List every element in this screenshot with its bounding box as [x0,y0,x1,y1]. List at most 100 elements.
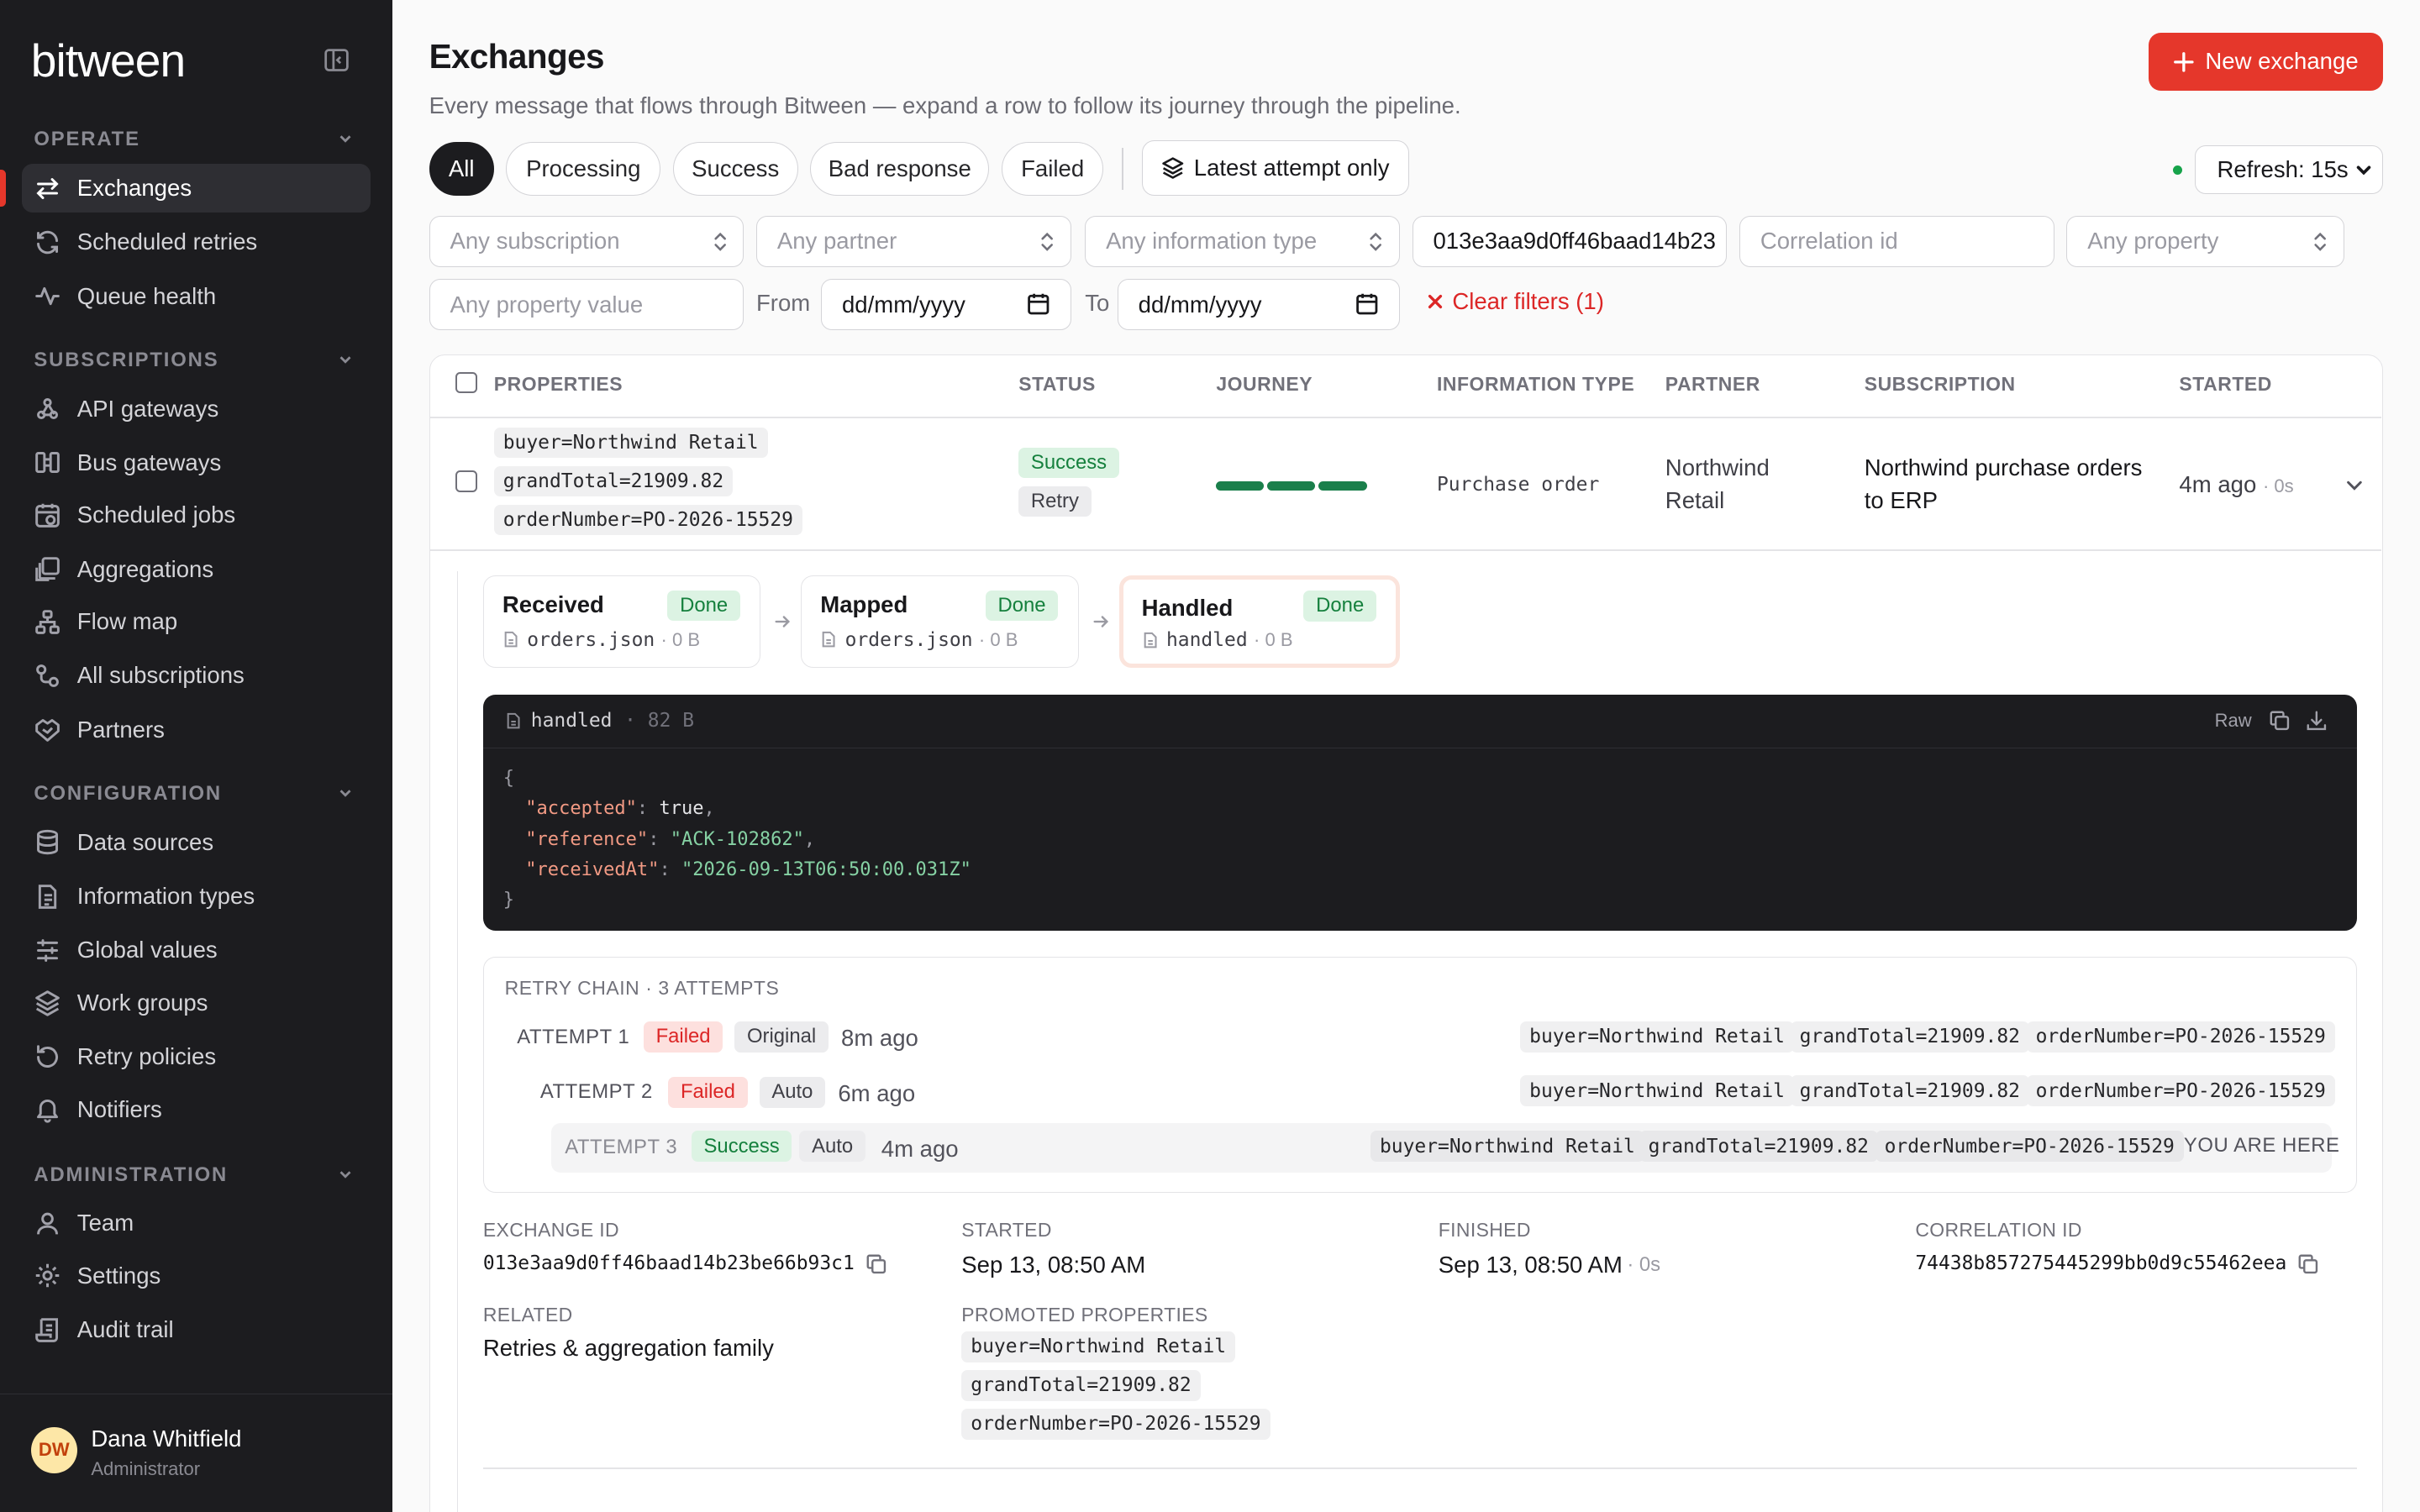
section-operate[interactable]: OPERATE [34,128,351,151]
sidebar-item-flow-map[interactable]: Flow map [22,597,371,647]
column-header-partner[interactable]: PARTNER [1665,373,1760,396]
sidebar-item-label: Global values [76,937,218,963]
latest-attempt-label: Latest attempt only [1193,155,1390,181]
chevron-down-icon [336,350,355,369]
sidebar-item-settings[interactable]: Settings [22,1252,371,1301]
copy-icon[interactable] [865,1253,887,1275]
attempt-label[interactable]: ATTEMPT 3 [565,1136,677,1159]
stage-name: Handled [1141,595,1234,622]
partner-select[interactable]: Any partner [755,216,1071,267]
copy-icon[interactable] [2297,1253,2319,1275]
property-tag: grandTotal=21909.82 [1639,1131,1878,1163]
filter-chip-processing[interactable]: Processing [506,141,661,197]
sidebar-item-scheduled-jobs[interactable]: Scheduled jobs [22,491,371,540]
subscription-select[interactable]: Any subscription [429,216,744,267]
code-value: "2026-09-13T06:50:00.031Z" [681,858,971,880]
payload-code: { "accepted": true, "reference": "ACK-10… [502,768,971,911]
row-expand-chevron-icon[interactable] [2344,475,2365,496]
correlation-id-text[interactable]: 74438b857275445299bb0d9c55462eea [1915,1252,2286,1274]
chevrons-updown-icon [1039,231,1055,253]
sidebar-item-data-sources[interactable]: Data sources [22,817,371,867]
latest-attempt-toggle[interactable]: Latest attempt only [1142,140,1409,197]
raw-button[interactable]: Raw [2215,710,2252,732]
to-date-value: dd/mm/yyyy [1138,291,1262,318]
column-header-status[interactable]: STATUS [1018,373,1096,396]
column-header-subscription[interactable]: SUBSCRIPTION [1865,373,2016,396]
filter-chip-bad-response[interactable]: Bad response [810,141,990,197]
section-configuration[interactable]: CONFIGURATION [34,782,351,806]
attempt-label[interactable]: ATTEMPT 2 [540,1080,653,1104]
started-cell: 4m ago · 0s [2179,469,2293,503]
arrows-swap-icon [34,175,61,202]
pipeline-stage-received[interactable]: Received Done orders.json · 0 B [482,575,761,669]
filter-chip-success[interactable]: Success [672,141,798,197]
select-all-checkbox[interactable] [455,371,477,394]
row-checkbox[interactable] [455,470,477,492]
calendar-icon[interactable] [1027,292,1050,316]
sidebar-item-exchanges[interactable]: Exchanges [21,163,371,213]
sidebar-item-label: Audit trail [76,1316,174,1343]
filter-chip-failed[interactable]: Failed [1002,141,1104,197]
column-header-journey[interactable]: JOURNEY [1216,373,1313,396]
sidebar-item-aggregations[interactable]: Aggregations [22,544,371,594]
property-value-input[interactable]: Any property value [429,279,744,331]
sidebar-collapse-icon[interactable] [323,46,350,74]
sidebar-item-audit-trail[interactable]: Audit trail [22,1305,371,1355]
attempt-label[interactable]: ATTEMPT 1 [517,1026,629,1049]
sidebar-item-retry-policies[interactable]: Retry policies [22,1032,371,1082]
clear-filters-button[interactable]: Clear filters (1) [1426,288,1604,315]
stage-file-size: · 0 B [660,628,701,650]
sidebar-item-label: Exchanges [76,175,192,202]
copy-icon[interactable] [2269,710,2291,732]
subscription-cell[interactable]: Northwind purchase orders to ERP [1865,452,2158,517]
column-header-started[interactable]: STARTED [2179,373,2271,396]
sidebar-item-api-gateways[interactable]: API gateways [22,384,371,433]
refresh-select[interactable]: Refresh: 15s [2194,144,2383,195]
sidebar-item-label: Scheduled retries [76,228,258,255]
app-logo[interactable]: bitween [31,34,186,87]
calendar-clock-icon [34,501,61,529]
correlation-id-input[interactable]: Correlation id [1739,216,2054,267]
sidebar-item-scheduled-retries[interactable]: Scheduled retries [22,218,371,267]
chevrons-updown-icon [1368,231,1383,253]
sidebar-item-team[interactable]: Team [22,1199,371,1248]
pipeline-stage-mapped[interactable]: Mapped Done orders.json · 0 B [801,575,1079,669]
section-subscriptions[interactable]: SUBSCRIPTIONS [34,349,351,372]
finished-value: Sep 13, 08:50 AM · 0s [1439,1252,1660,1278]
attempt-status-badge: Failed [643,1021,723,1053]
calendar-icon[interactable] [1355,292,1379,316]
avatar[interactable]: DW [30,1426,77,1474]
exchange-id-text[interactable]: 013e3aa9d0ff46baad14b23be66b93c1 [483,1252,855,1274]
filter-chip-all[interactable]: All [429,141,494,197]
sidebar-item-all-subscriptions[interactable]: All subscriptions [22,651,371,701]
sidebar-item-label: Retry policies [76,1043,217,1070]
started-label: STARTED [961,1218,1052,1241]
from-date-input[interactable]: dd/mm/yyyy [821,279,1071,331]
stage-file-name: orders.json [844,628,973,651]
sidebar-item-global-values[interactable]: Global values [22,926,371,975]
download-icon[interactable] [2306,710,2328,732]
scroll-icon [34,1316,61,1344]
sidebar-item-partners[interactable]: Partners [22,705,371,754]
property-tag: grandTotal=21909.82 [961,1369,1201,1401]
user-icon [34,1210,61,1237]
bus-icon [34,449,61,476]
sidebar-item-information-types[interactable]: Information types [22,872,371,921]
to-date-input[interactable]: dd/mm/yyyy [1117,279,1400,331]
column-header-properties[interactable]: PROPERTIES [494,373,623,396]
activity-icon [34,282,61,310]
sidebar-item-bus-gateways[interactable]: Bus gateways [22,438,371,488]
section-administration[interactable]: ADMINISTRATION [34,1163,351,1187]
property-select[interactable]: Any property [2066,216,2344,267]
column-header-information-type[interactable]: INFORMATION TYPE [1437,373,1634,396]
sidebar-item-queue-health[interactable]: Queue health [22,271,371,321]
exchange-id-input[interactable]: 013e3aa9d0ff46baad14b23 [1412,216,1728,267]
pipeline-stage-handled[interactable]: Handled Done handled · 0 B [1118,575,1400,669]
user-role: Administrator [91,1457,201,1479]
related-link[interactable]: Retries & aggregation family [483,1335,774,1362]
information-type-select[interactable]: Any information type [1085,216,1400,267]
sidebar-item-notifiers[interactable]: Notifiers [22,1084,371,1134]
rotate-icon [34,1043,61,1071]
sidebar-item-work-groups[interactable]: Work groups [22,978,371,1027]
new-exchange-button[interactable]: New exchange [2148,32,2383,92]
